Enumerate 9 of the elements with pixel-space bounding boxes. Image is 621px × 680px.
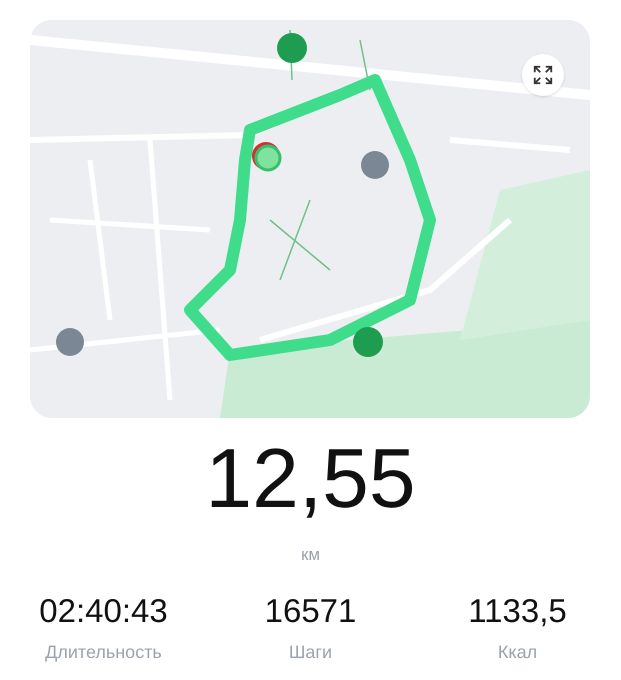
expand-icon — [532, 64, 554, 86]
stat-label: Ккал — [498, 640, 538, 664]
stat-value: 1133,5 — [468, 594, 567, 626]
distance-unit: км — [300, 544, 320, 566]
stat-value: 02:40:43 — [39, 594, 168, 626]
stat-label: Шаги — [288, 640, 332, 664]
stat-value: 16571 — [264, 594, 356, 626]
stat-label: Длительность — [45, 640, 162, 664]
distance-value: 12,55 — [205, 436, 416, 520]
